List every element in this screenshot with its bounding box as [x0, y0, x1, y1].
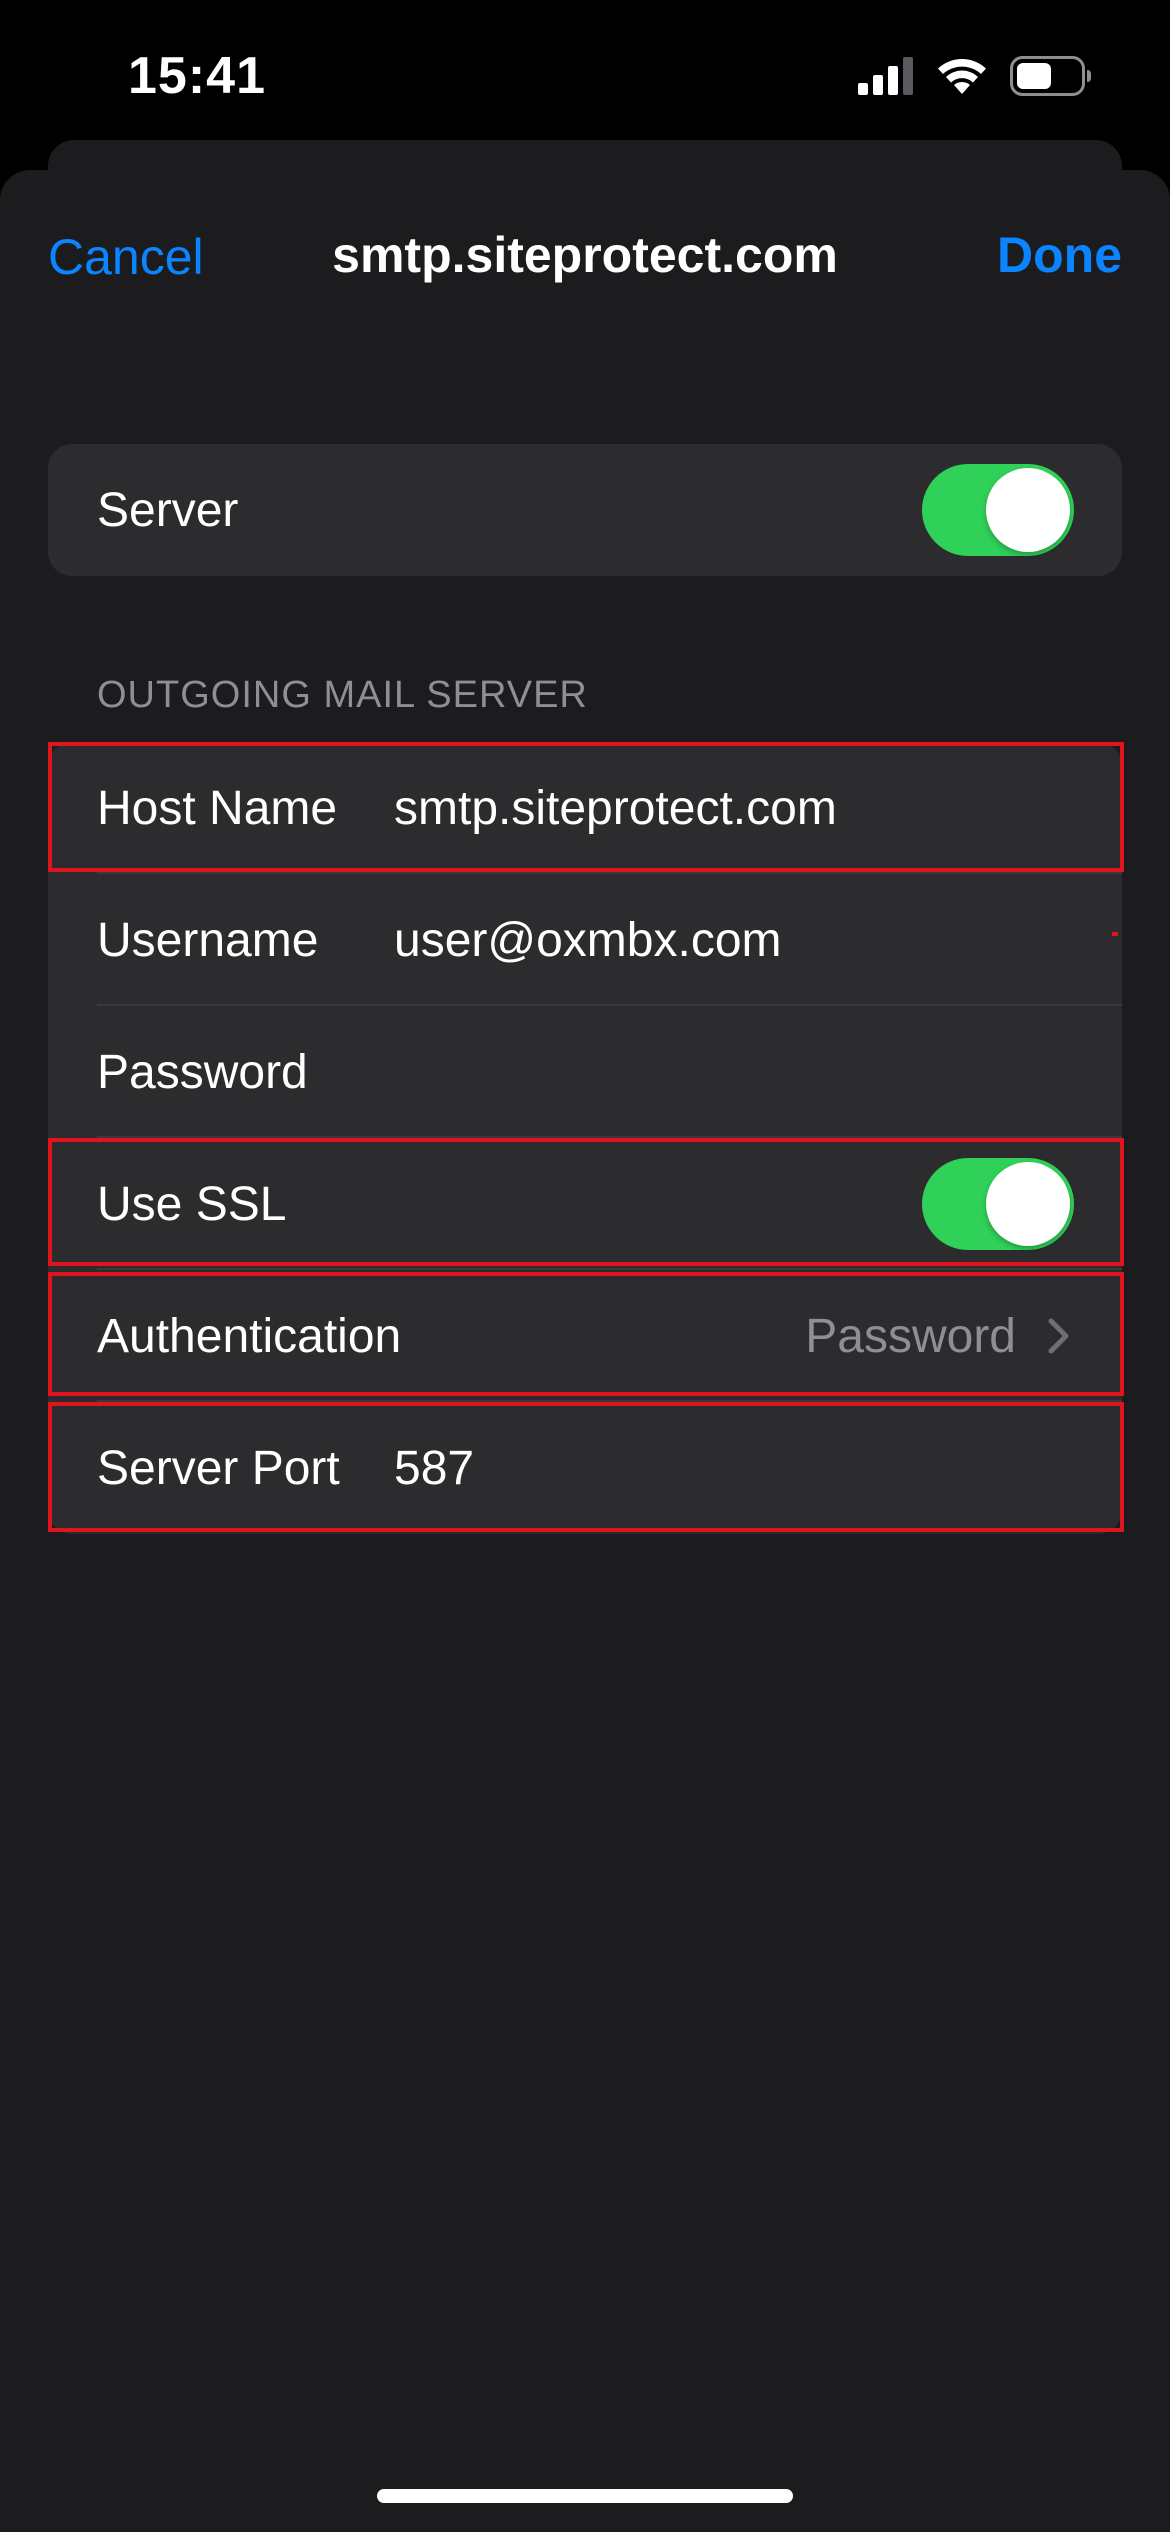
- host-name-label: Host Name: [97, 781, 338, 835]
- username-label: Username: [97, 913, 319, 967]
- server-label: Server: [97, 483, 239, 537]
- home-indicator[interactable]: [377, 2489, 793, 2503]
- toggle-knob: [986, 468, 1070, 552]
- done-button[interactable]: Done: [997, 226, 1122, 284]
- server-card: Server: [48, 444, 1122, 576]
- chevron-right-icon: [1044, 1316, 1074, 1356]
- battery-icon: [1010, 55, 1092, 101]
- highlight-mark: [1112, 932, 1118, 936]
- screen: 15:41 Cancel smtp.siteprotect.com Done S…: [0, 0, 1170, 2532]
- status-bar: 15:41: [0, 0, 1170, 150]
- cellular-signal-icon: [858, 56, 914, 100]
- use-ssl-row: Use SSL: [48, 1138, 1122, 1270]
- navigation-bar: Cancel smtp.siteprotect.com Done: [0, 170, 1170, 340]
- server-port-field[interactable]: 587: [394, 1441, 474, 1496]
- username-field[interactable]: user@oxmbx.com: [394, 913, 782, 968]
- outgoing-server-card: Host Name smtp.siteprotect.com Username …: [48, 742, 1122, 1534]
- status-time: 15:41: [128, 47, 266, 105]
- server-settings-sheet: Cancel smtp.siteprotect.com Done Server …: [0, 170, 1170, 2532]
- server-row: Server: [48, 444, 1122, 576]
- host-name-row[interactable]: Host Name smtp.siteprotect.com: [48, 742, 1122, 874]
- server-port-label: Server Port: [97, 1441, 340, 1495]
- page-title: smtp.siteprotect.com: [332, 227, 838, 283]
- wifi-icon: [936, 56, 988, 101]
- password-row[interactable]: Password: [48, 1006, 1122, 1138]
- use-ssl-toggle[interactable]: [922, 1158, 1074, 1250]
- host-name-field[interactable]: smtp.siteprotect.com: [394, 781, 837, 836]
- authentication-value: Password: [805, 1309, 1016, 1363]
- outgoing-section-header: OUTGOING MAIL SERVER: [97, 674, 588, 716]
- toggle-knob: [986, 1162, 1070, 1246]
- server-toggle[interactable]: [922, 464, 1074, 556]
- authentication-row[interactable]: Authentication Password: [48, 1270, 1122, 1402]
- authentication-label: Authentication: [97, 1309, 402, 1363]
- username-row[interactable]: Username user@oxmbx.com: [48, 874, 1122, 1006]
- use-ssl-label: Use SSL: [97, 1177, 287, 1231]
- server-port-row[interactable]: Server Port 587: [48, 1402, 1122, 1534]
- password-label: Password: [97, 1045, 308, 1099]
- status-icons: [858, 55, 1092, 101]
